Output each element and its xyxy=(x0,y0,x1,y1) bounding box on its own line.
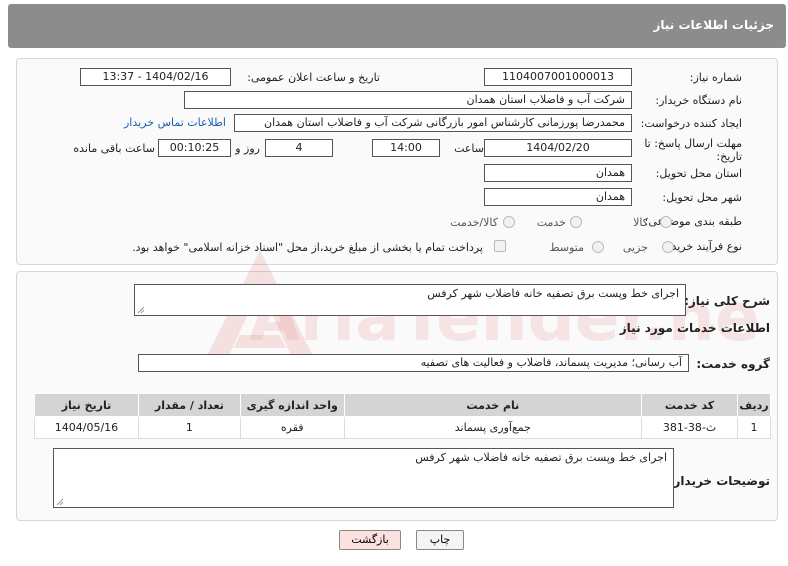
page-title: جزئیات اطلاعات نیاز xyxy=(653,18,774,32)
creator-label: ایجاد کننده درخواست: xyxy=(640,117,742,130)
city-field[interactable]: همدان xyxy=(484,188,632,206)
buyer-notes-text: اجرای خط وپست برق تصفیه خانه فاضلاب شهر … xyxy=(415,451,667,464)
table-row: 1 ث-38-381 جمع‌آوری پسماند فقره 1 1404/0… xyxy=(34,416,771,439)
resize-grip-icon[interactable] xyxy=(137,306,145,314)
province-label: استان محل تحویل: xyxy=(655,167,742,180)
need-info-panel xyxy=(16,58,778,265)
city-label: شهر محل تحویل: xyxy=(662,191,742,204)
category-goods-label: کالا xyxy=(633,216,648,229)
category-goods-service-radio[interactable] xyxy=(503,216,515,228)
announce-date-field[interactable]: 1404/02/16 - 13:37 xyxy=(80,68,231,86)
col-code-header: کد خدمت xyxy=(641,393,739,417)
deadline-time-field[interactable]: 14:00 xyxy=(372,139,440,157)
back-button[interactable]: بازگشت xyxy=(339,530,401,550)
remaining-time-field[interactable]: 00:10:25 xyxy=(158,139,231,157)
category-service-radio[interactable] xyxy=(570,216,582,228)
process-medium-radio[interactable] xyxy=(592,241,604,253)
col-unit-header: واحد اندازه گیری xyxy=(239,393,345,417)
services-section-title: اطلاعات خدمات مورد نیاز xyxy=(619,321,770,335)
service-group-label: گروه خدمت: xyxy=(696,357,770,371)
need-number-label: شماره نیاز: xyxy=(689,71,742,84)
category-service-label: خدمت xyxy=(536,216,566,229)
deadline-label-2: تاریخ: xyxy=(716,150,742,163)
creator-field[interactable]: محمدرضا پورزمانی کارشناس امور بازرگانی ش… xyxy=(234,114,632,132)
page-header: جزئیات اطلاعات نیاز xyxy=(8,4,786,48)
process-minor-label: جزیی xyxy=(622,241,648,254)
process-medium-label: متوسط xyxy=(549,241,584,254)
buyer-notes-label: توضیحات خریدار: xyxy=(668,474,770,488)
buyer-notes-textarea[interactable]: اجرای خط وپست برق تصفیه خانه فاضلاب شهر … xyxy=(53,448,674,508)
buyer-org-field[interactable]: شرکت آب و فاضلاب استان همدان xyxy=(184,91,632,109)
days-remaining-field[interactable]: 4 xyxy=(265,139,333,157)
cell-date: 1404/05/16 xyxy=(34,416,139,439)
deadline-label: مهلت ارسال پاسخ: تا xyxy=(644,137,742,150)
province-field[interactable]: همدان xyxy=(484,164,632,182)
buyer-org-label: نام دستگاه خریدار: xyxy=(655,94,742,107)
need-number-field[interactable]: 1104007001000013 xyxy=(484,68,632,86)
services-table: ردیف کد خدمت نام خدمت واحد اندازه گیری ت… xyxy=(34,393,771,439)
category-goods-service-label: کالا/خدمت xyxy=(450,216,498,229)
cell-name: جمع‌آوری پسماند xyxy=(343,416,643,439)
cell-unit: فقره xyxy=(239,416,345,439)
col-name-header: نام خدمت xyxy=(343,393,643,417)
remaining-time-label: ساعت باقی مانده xyxy=(73,142,155,155)
category-goods-radio[interactable] xyxy=(660,216,672,228)
cell-quantity: 1 xyxy=(137,416,241,439)
resize-grip-icon[interactable] xyxy=(56,498,64,506)
announce-date-label: تاریخ و ساعت اعلان عمومی: xyxy=(247,71,380,84)
cell-row: 1 xyxy=(737,416,771,439)
print-button[interactable]: چاپ xyxy=(416,530,464,550)
deadline-date-field[interactable]: 1404/02/20 xyxy=(484,139,632,157)
deadline-time-label: ساعت xyxy=(454,142,484,155)
col-date-header: تاریخ نیاز xyxy=(34,393,139,417)
summary-label: شرح کلی نیاز: xyxy=(684,294,770,308)
col-quantity-header: تعداد / مقدار xyxy=(137,393,241,417)
process-label: نوع فرآیند خرید : xyxy=(664,240,742,253)
treasury-payment-checkbox[interactable] xyxy=(494,240,506,252)
summary-textarea[interactable]: اجرای خط وپست برق تصفیه خانه فاضلاب شهر … xyxy=(134,284,686,316)
days-label: روز و xyxy=(235,142,260,155)
buyer-contact-link[interactable]: اطلاعات تماس خریدار xyxy=(124,116,226,129)
treasury-payment-note: پرداخت تمام یا بخشی از مبلغ خرید،از محل … xyxy=(132,241,483,254)
process-minor-radio[interactable] xyxy=(662,241,674,253)
col-row-header: ردیف xyxy=(737,393,771,417)
summary-text: اجرای خط وپست برق تصفیه خانه فاضلاب شهر … xyxy=(427,287,679,300)
service-group-field[interactable]: آب رسانی؛ مدیریت پسماند، فاضلاب و فعالیت… xyxy=(138,354,689,372)
cell-code: ث-38-381 xyxy=(641,416,739,439)
